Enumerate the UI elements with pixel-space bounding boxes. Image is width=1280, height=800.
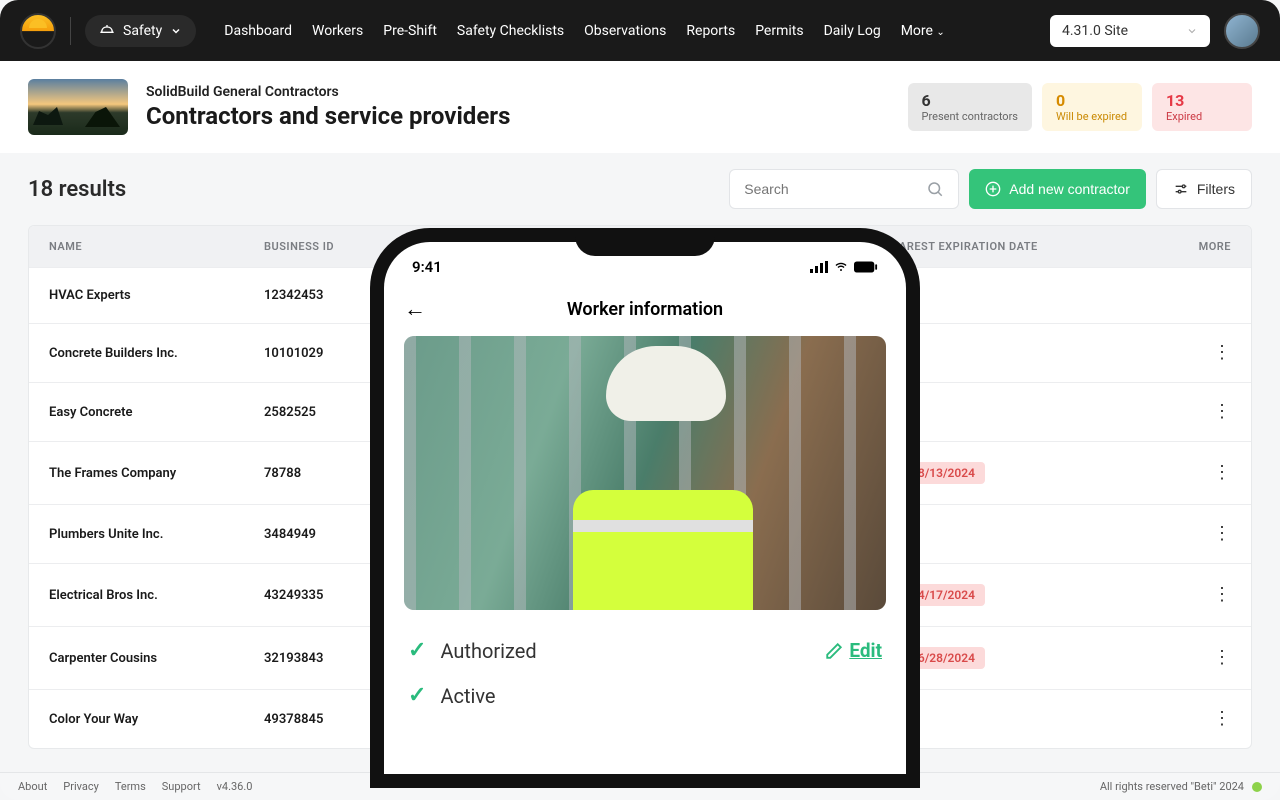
cell-name: Electrical Bros Inc. [49, 588, 264, 603]
site-selected-value: 4.31.0 Site [1062, 23, 1128, 39]
nav-checklists[interactable]: Safety Checklists [457, 23, 564, 39]
user-avatar[interactable] [1224, 13, 1260, 49]
footer-terms[interactable]: Terms [115, 780, 146, 793]
th-expiration: NEAREST EXPIRATION DATE [884, 240, 1171, 253]
footer-copyright: All rights reserved "Beti" 2024 [1100, 780, 1244, 793]
back-arrow-icon[interactable]: ← [404, 296, 426, 322]
nav-more[interactable]: More ⌄ [901, 23, 945, 39]
site-selector[interactable]: 4.31.0 Site [1050, 15, 1210, 47]
cell-name: Carpenter Cousins [49, 651, 264, 666]
cell-more: ⋮ [1171, 464, 1231, 482]
site-thumbnail [28, 79, 128, 135]
th-more: MORE [1171, 240, 1231, 253]
worker-photo [404, 336, 886, 610]
status-dot-icon [1252, 782, 1262, 792]
cell-more: ⋮ [1171, 525, 1231, 543]
phone-time: 9:41 [412, 258, 442, 276]
nav-workers[interactable]: Workers [312, 23, 363, 39]
nav-permits[interactable]: Permits [755, 23, 803, 39]
battery-icon [854, 261, 878, 273]
cell-expiration: 08/13/2024 [884, 462, 1171, 484]
filters-button[interactable]: Filters [1156, 169, 1252, 209]
status-active-row: ✓ Active [408, 673, 882, 718]
more-menu-icon[interactable]: ⋮ [1213, 462, 1231, 483]
controls-row: 18 results Add new contractor Filters [0, 153, 1280, 225]
footer-version: v4.36.0 [217, 780, 253, 793]
nav-links: Dashboard Workers Pre-Shift Safety Check… [224, 23, 945, 39]
cell-more: ⋮ [1171, 710, 1231, 728]
cell-name: HVAC Experts [49, 288, 264, 303]
more-menu-icon[interactable]: ⋮ [1213, 342, 1231, 363]
nav-reports[interactable]: Reports [686, 23, 735, 39]
hardhat-icon [99, 23, 115, 39]
cell-more: ⋮ [1171, 649, 1231, 667]
cell-more: ⋮ [1171, 586, 1231, 604]
more-menu-icon[interactable]: ⋮ [1213, 708, 1231, 729]
cell-name: Easy Concrete [49, 405, 264, 420]
cell-name: Concrete Builders Inc. [49, 346, 264, 361]
footer-privacy[interactable]: Privacy [63, 780, 99, 793]
company-name: SolidBuild General Contractors [146, 84, 510, 100]
chevron-down-icon: ⌄ [936, 27, 944, 38]
add-contractor-button[interactable]: Add new contractor [969, 169, 1146, 209]
cell-expiration: - [884, 405, 1171, 420]
phone-header: ← Worker information [384, 284, 906, 336]
results-count: 18 results [28, 177, 126, 202]
sliders-icon [1173, 181, 1189, 197]
signal-icon [810, 261, 828, 273]
nav-preshift[interactable]: Pre-Shift [383, 23, 437, 39]
stat-expired: 13 Expired [1152, 83, 1252, 131]
search-box[interactable] [729, 169, 959, 209]
status-authorized-row: ✓ Authorized Edit [408, 628, 882, 673]
cell-more: ⋮ [1171, 403, 1231, 421]
more-menu-icon[interactable]: ⋮ [1213, 584, 1231, 605]
cell-expiration: - [884, 288, 1171, 303]
chevron-down-icon [170, 25, 182, 37]
search-input[interactable] [744, 181, 926, 197]
nav-dashboard[interactable]: Dashboard [224, 23, 292, 39]
edit-link[interactable]: Edit [825, 639, 882, 662]
cell-expiration: - [884, 527, 1171, 542]
brand-logo[interactable] [20, 13, 56, 49]
cell-name: Plumbers Unite Inc. [49, 527, 264, 542]
footer-support[interactable]: Support [162, 780, 201, 793]
stats-row: 6 Present contractors 0 Will be expired … [908, 83, 1252, 131]
page-header: SolidBuild General Contractors Contracto… [0, 61, 1280, 153]
th-name: NAME [49, 240, 264, 253]
cell-expiration: 04/17/2024 [884, 584, 1171, 606]
module-label: Safety [123, 23, 162, 39]
wifi-icon [833, 261, 849, 273]
chevron-down-icon [1186, 25, 1198, 37]
top-navbar: Safety Dashboard Workers Pre-Shift Safet… [0, 0, 1280, 61]
nav-observations[interactable]: Observations [584, 23, 666, 39]
phone-notch [575, 228, 715, 256]
stat-will-expire: 0 Will be expired [1042, 83, 1142, 131]
check-icon: ✓ [408, 683, 426, 708]
footer-about[interactable]: About [18, 780, 47, 793]
nav-dailylog[interactable]: Daily Log [824, 23, 881, 39]
more-menu-icon[interactable]: ⋮ [1213, 647, 1231, 668]
stat-present: 6 Present contractors [908, 83, 1032, 131]
check-icon: ✓ [408, 638, 426, 663]
cell-expiration: 06/28/2024 [884, 647, 1171, 669]
more-menu-icon[interactable]: ⋮ [1213, 401, 1231, 422]
module-switcher[interactable]: Safety [85, 15, 196, 47]
cell-more: ⋮ [1171, 344, 1231, 362]
pencil-icon [825, 642, 843, 660]
page-title: Contractors and service providers [146, 102, 510, 130]
more-menu-icon[interactable]: ⋮ [1213, 523, 1231, 544]
search-icon [926, 180, 944, 198]
plus-circle-icon [985, 181, 1001, 197]
cell-expiration: - [884, 712, 1171, 727]
phone-title: Worker information [567, 299, 723, 320]
cell-name: Color Your Way [49, 712, 264, 727]
divider [70, 17, 71, 45]
cell-name: The Frames Company [49, 466, 264, 481]
phone-mockup: 9:41 ← Worker information ✓ Authorized E… [370, 228, 920, 788]
cell-expiration: - [884, 346, 1171, 361]
